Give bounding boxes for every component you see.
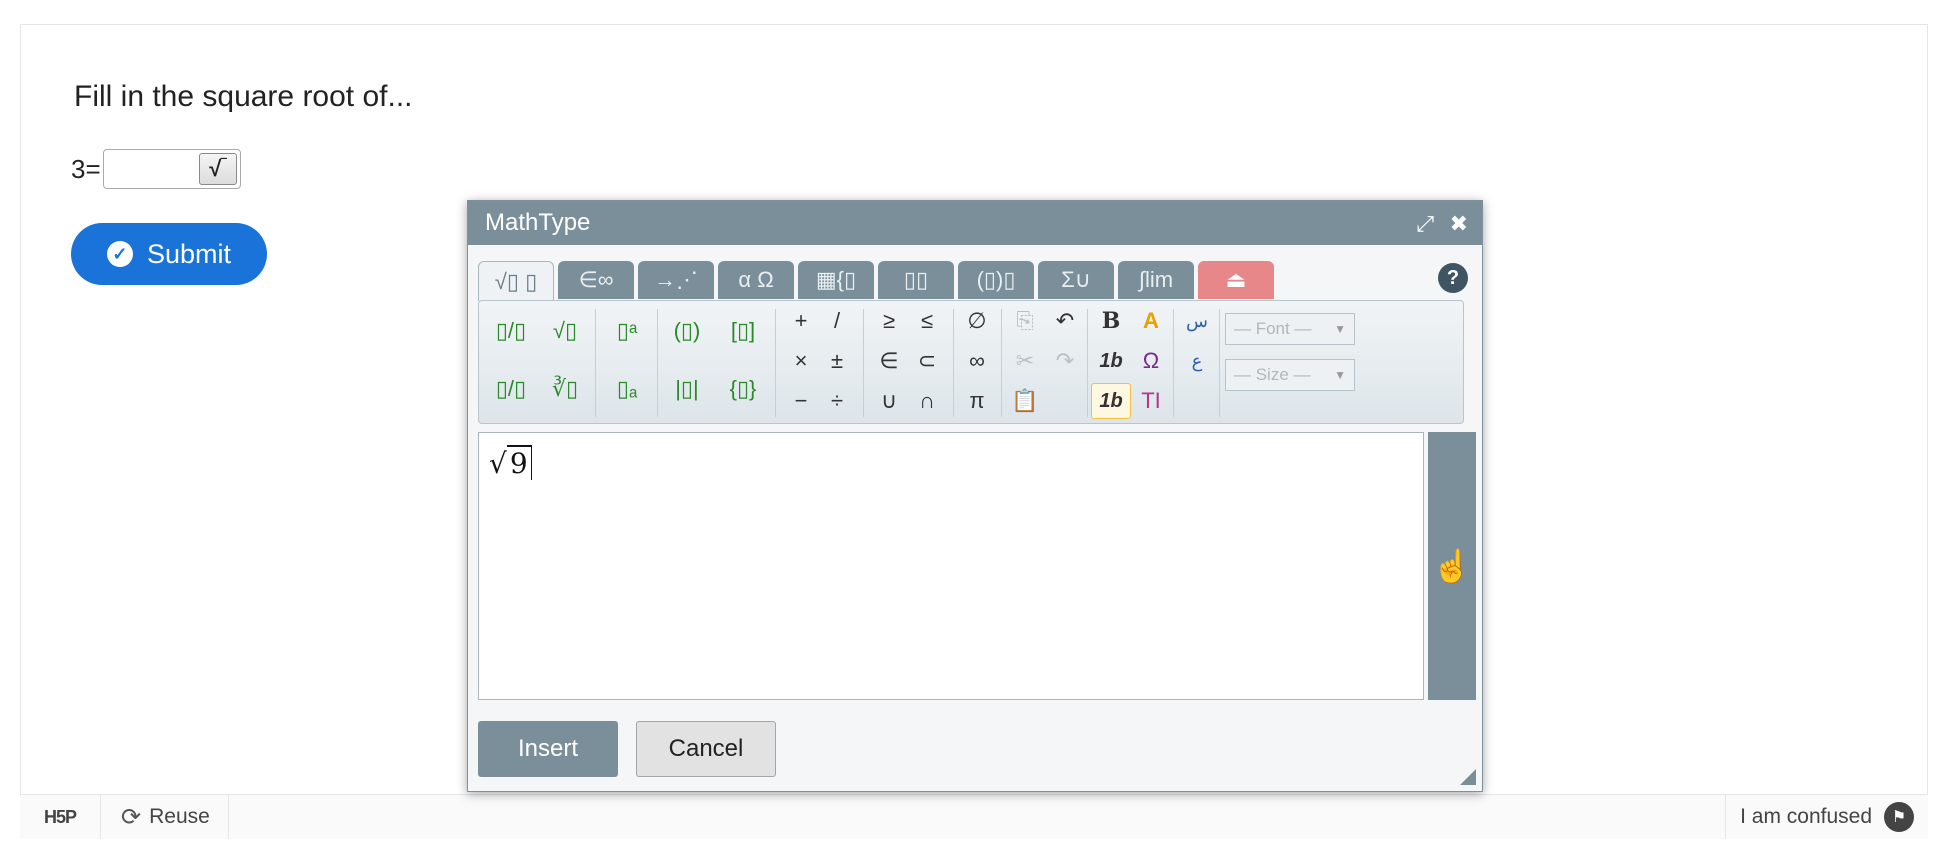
- symbols-tab-icon[interactable]: ∈∞: [558, 261, 634, 299]
- toolbar-divider: [657, 309, 658, 417]
- equation-row: 3= √ ‾: [71, 149, 241, 189]
- size-select[interactable]: — Size — ▼: [1225, 359, 1355, 391]
- scripts-tab-icon[interactable]: ▯▯: [878, 261, 954, 299]
- chevron-down-icon: ▼: [1334, 368, 1346, 382]
- bevelled-fraction-button[interactable]: ▯/▯: [491, 371, 531, 407]
- matrix-tab-icon[interactable]: ▦{▯: [798, 261, 874, 299]
- undo-icon[interactable]: ↶: [1045, 303, 1085, 339]
- plus-button[interactable]: +: [781, 303, 821, 339]
- toolbar-divider: [595, 309, 596, 417]
- submit-button[interactable]: ✓ Submit: [71, 223, 267, 285]
- intersection-button[interactable]: ∩: [907, 383, 947, 419]
- submit-label: Submit: [146, 238, 232, 269]
- brackets-tab-icon[interactable]: (▯)▯: [958, 261, 1034, 299]
- chevron-down-icon: ▼: [1334, 322, 1346, 336]
- nth-root-button[interactable]: ∛▯: [545, 371, 585, 407]
- greek-tab-icon[interactable]: α Ω: [718, 261, 794, 299]
- brackets-button[interactable]: [▯]: [723, 313, 763, 349]
- calculus-tab-icon[interactable]: ∫lim: [1118, 261, 1194, 299]
- mathtype-toolbar: ▯/▯ √▯ ▯/▯ ∛▯ ▯ᵃ ▯ₐ (▯) [▯] |▯| {▯} + / …: [478, 300, 1464, 424]
- fraction-button[interactable]: ▯/▯: [491, 313, 531, 349]
- cancel-button[interactable]: Cancel: [636, 721, 776, 777]
- division-button[interactable]: ÷: [817, 383, 857, 419]
- copy-icon[interactable]: ⎘: [1005, 303, 1045, 339]
- reuse-button[interactable]: ⟳ Reuse: [101, 795, 229, 839]
- refresh-icon: ⟳: [121, 803, 142, 831]
- cut-icon[interactable]: ✂: [1005, 343, 1045, 379]
- mathtype-title: MathType: [485, 209, 591, 236]
- infinity-button[interactable]: ∞: [957, 343, 997, 379]
- text-mode-icon[interactable]: TI: [1131, 383, 1171, 419]
- sqrt-button[interactable]: √▯: [545, 313, 585, 349]
- mathtype-dialog: MathType ⤢ ✖ √▯ ▯ ∈∞ →⋰ α Ω ▦{▯ ▯▯ (▯)▯ …: [467, 200, 1483, 792]
- toolbar-divider: [863, 309, 864, 417]
- geq-button[interactable]: ≥: [869, 303, 909, 339]
- question-text: Fill in the square root of...: [74, 80, 413, 113]
- minus-button[interactable]: −: [781, 383, 821, 419]
- arabic-icon[interactable]: ﻉ: [1177, 343, 1217, 379]
- confused-button[interactable]: I am confused ⚑: [1740, 802, 1914, 832]
- absolute-button[interactable]: |▯|: [667, 371, 707, 407]
- sqrt-icon[interactable]: √ ‾: [198, 153, 237, 185]
- redo-icon[interactable]: ↷: [1045, 343, 1085, 379]
- empty-set-button[interactable]: ∅: [957, 303, 997, 339]
- close-icon[interactable]: ✖: [1450, 211, 1468, 237]
- subscript-button[interactable]: ▯ₐ: [607, 371, 647, 407]
- toolbar-divider: [775, 309, 776, 417]
- parentheses-button[interactable]: (▯): [667, 313, 707, 349]
- union-button[interactable]: ∪: [869, 383, 909, 419]
- h5p-footer: H5P ⟳ Reuse I am confused ⚑: [20, 794, 1928, 839]
- h5p-logo[interactable]: H5P: [20, 795, 101, 839]
- pi-button[interactable]: π: [957, 383, 997, 419]
- resize-handle-icon[interactable]: [1460, 769, 1476, 785]
- toolbar-divider: [1001, 309, 1002, 417]
- subset-button[interactable]: ⊂: [907, 343, 947, 379]
- arrows-tab-icon[interactable]: →⋰: [638, 261, 714, 299]
- rtl-icon[interactable]: ﺱ: [1177, 303, 1217, 339]
- handwriting-icon[interactable]: ☝: [1428, 432, 1476, 700]
- times-button[interactable]: ×: [781, 343, 821, 379]
- reuse-label: Reuse: [149, 805, 210, 828]
- italic-icon[interactable]: 1b: [1091, 343, 1131, 379]
- divide-slash-button[interactable]: /: [817, 303, 857, 339]
- special-chars-icon[interactable]: Ω: [1131, 343, 1171, 379]
- paste-icon[interactable]: 📋: [1005, 383, 1045, 419]
- equation-label: 3=: [71, 153, 101, 184]
- mathtype-titlebar[interactable]: MathType ⤢ ✖: [468, 201, 1482, 245]
- superscript-button[interactable]: ▯ᵃ: [607, 313, 647, 349]
- plus-minus-button[interactable]: ±: [817, 343, 857, 379]
- confused-label: I am confused: [1740, 805, 1872, 828]
- leq-button[interactable]: ≤: [907, 303, 947, 339]
- font-select[interactable]: — Font — ▼: [1225, 313, 1355, 345]
- math-mode-icon[interactable]: 1b: [1091, 383, 1131, 419]
- toolbar-divider: [1219, 309, 1220, 417]
- footer-divider: [1725, 795, 1726, 839]
- check-circle-icon: ✓: [106, 241, 133, 267]
- root-fraction-tab-icon[interactable]: √▯ ▯: [478, 261, 554, 301]
- custom-tab-icon[interactable]: ⏏: [1198, 261, 1274, 299]
- radicand: 9: [506, 445, 532, 480]
- toolbar-divider: [953, 309, 954, 417]
- expand-icon[interactable]: ⤢: [1416, 211, 1434, 237]
- font-select-value: — Font —: [1234, 319, 1312, 338]
- operators-tab-icon[interactable]: Σ∪: [1038, 261, 1114, 299]
- toolbar-divider: [1087, 309, 1088, 417]
- math-answer-input[interactable]: √ ‾: [102, 149, 241, 189]
- formula-editor-area[interactable]: √ 9: [478, 432, 1424, 700]
- formula-content: √ 9: [489, 445, 532, 480]
- text-color-icon[interactable]: A: [1131, 303, 1171, 339]
- toolbar-divider: [1173, 309, 1174, 417]
- braces-button[interactable]: {▯}: [723, 371, 763, 407]
- flag-icon: ⚑: [1884, 802, 1914, 832]
- element-of-button[interactable]: ∈: [869, 343, 909, 379]
- insert-button[interactable]: Insert: [478, 721, 618, 777]
- mathtype-tabs: √▯ ▯ ∈∞ →⋰ α Ω ▦{▯ ▯▯ (▯)▯ Σ∪ ∫lim ⏏: [478, 261, 1274, 301]
- size-select-value: — Size —: [1234, 365, 1311, 384]
- bold-icon[interactable]: B: [1091, 303, 1131, 339]
- help-icon[interactable]: ?: [1438, 263, 1468, 293]
